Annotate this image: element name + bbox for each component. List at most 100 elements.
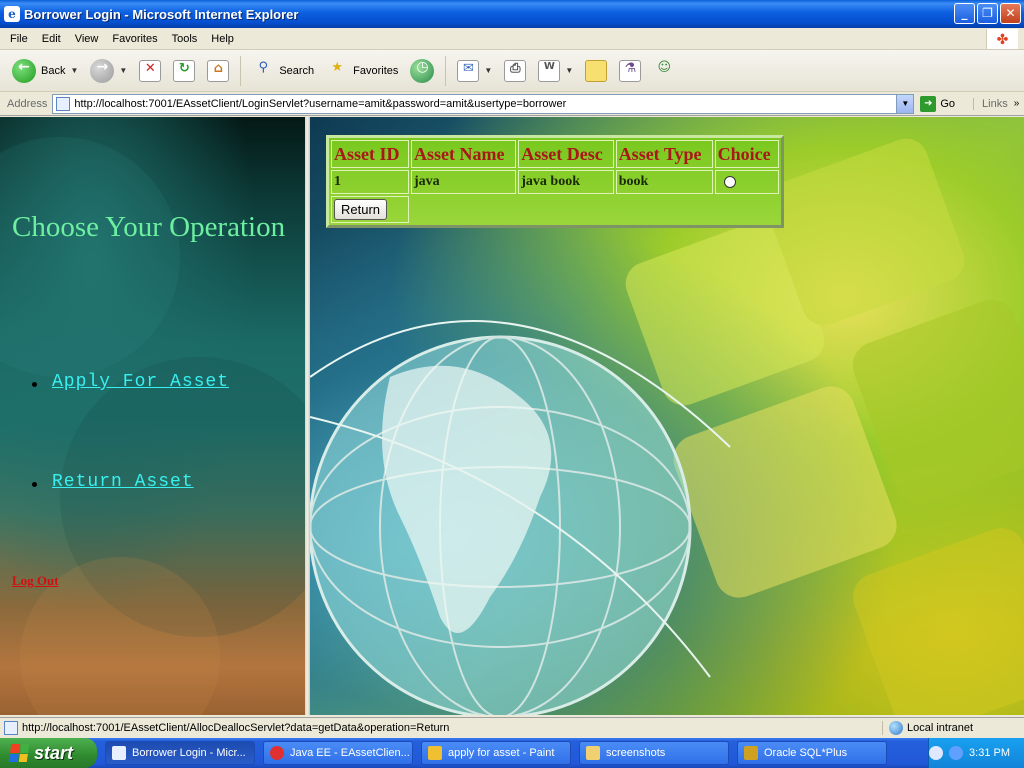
menu-favorites[interactable]: Favorites [105, 33, 164, 45]
task-label: screenshots [606, 747, 666, 759]
search-button[interactable]: ⚲ Search [248, 58, 318, 84]
status-text: http://localhost:7001/EAssetClient/Alloc… [22, 721, 450, 734]
zone-label: Local intranet [907, 721, 974, 734]
eclipse-icon [270, 746, 284, 760]
window-titlebar: e Borrower Login - Microsoft Internet Ex… [0, 0, 1024, 28]
task-screenshots-folder[interactable]: screenshots [579, 741, 729, 765]
discuss-button[interactable] [581, 58, 611, 84]
minimize-button[interactable]: _ [954, 3, 975, 24]
edit-dropdown-icon[interactable]: ▼ [565, 66, 573, 75]
research-button[interactable]: ⚗ [615, 58, 645, 84]
history-icon: ◷ [410, 58, 435, 83]
menu-view[interactable]: View [68, 33, 106, 45]
windows-flag-icon [8, 744, 30, 762]
paint-icon [428, 746, 442, 760]
task-paint[interactable]: apply for asset - Paint [421, 741, 571, 765]
star-icon: ★ [331, 59, 343, 75]
operation-menu: Apply For Asset Return Asset [32, 372, 229, 572]
home-icon: ⌂ [207, 59, 230, 82]
column-header-asset-id: Asset ID [331, 140, 409, 168]
favorites-label: Favorites [353, 64, 399, 77]
address-dropdown-icon[interactable]: ▼ [896, 94, 914, 113]
table-button-row: Return [331, 196, 779, 223]
forward-arrow-icon: → [90, 58, 115, 83]
stop-button[interactable]: ✕ [135, 58, 165, 84]
task-java-ee[interactable]: Java EE - EAssetClien... [263, 741, 413, 765]
apply-for-asset-link[interactable]: Apply For Asset [52, 372, 229, 392]
volume-icon[interactable] [949, 746, 964, 760]
links-chevron-icon[interactable]: » [1014, 98, 1020, 109]
back-label: Back [41, 64, 66, 77]
address-field[interactable]: http://localhost:7001/EAssetClient/Login… [52, 93, 915, 114]
return-asset-link[interactable]: Return Asset [52, 472, 194, 492]
favorites-button[interactable]: ★ Favorites [322, 58, 402, 84]
toolbar: ← Back ▼ → ▼ ✕ ↻ ⌂ ⚲ Search ★ Favorites … [0, 50, 1024, 92]
window-controls: _ ❐ ✕ [954, 3, 1021, 24]
table-row: 1 java java book book [331, 170, 779, 194]
mail-dropdown-icon[interactable]: ▼ [484, 66, 492, 75]
refresh-button[interactable]: ↻ [169, 58, 199, 84]
go-label: Go [940, 97, 956, 110]
empty-cell [411, 196, 779, 223]
messenger-button[interactable]: ☺ [649, 58, 679, 84]
forward-dropdown-icon[interactable]: ▼ [119, 66, 127, 75]
address-url[interactable]: http://localhost:7001/EAssetClient/Login… [74, 98, 896, 110]
cell-asset-name: java [411, 170, 517, 194]
back-arrow-icon: ← [12, 58, 36, 83]
task-ie-borrower-login[interactable]: Borrower Login - Micr... [105, 741, 255, 765]
cell-choice [714, 170, 779, 194]
back-dropdown-icon[interactable]: ▼ [70, 66, 78, 75]
status-bar: http://localhost:7001/EAssetClient/Alloc… [0, 717, 1024, 737]
toolbar-separator [445, 55, 447, 86]
refresh-icon: ↻ [173, 59, 196, 82]
column-header-asset-desc: Asset Desc [518, 140, 614, 168]
search-icon: ⚲ [258, 59, 269, 75]
print-button[interactable]: ⎙ [500, 58, 530, 84]
ie-icon [112, 746, 126, 760]
clock[interactable]: 3:31 PM [969, 747, 1010, 759]
operation-list-item: Return Asset [32, 472, 229, 492]
back-button[interactable]: ← Back ▼ [8, 57, 82, 85]
links-button[interactable]: Links [973, 97, 1008, 110]
taskbar: start Borrower Login - Micr... Java EE -… [0, 738, 1024, 768]
window-title: Borrower Login - Microsoft Internet Expl… [24, 6, 299, 22]
note-icon [585, 59, 608, 82]
security-zone: Local intranet [882, 720, 974, 735]
table-header-row: Asset ID Asset Name Asset Desc Asset Typ… [331, 140, 779, 168]
mail-button[interactable]: ✉ ▼ [453, 58, 496, 84]
left-frame: Choose Your Operation Apply For Asset Re… [0, 117, 305, 715]
edit-button[interactable]: W ▼ [534, 58, 577, 84]
column-header-asset-name: Asset Name [411, 140, 517, 168]
maximize-button[interactable]: ❐ [977, 3, 998, 24]
page-icon [4, 720, 18, 735]
menu-file[interactable]: File [0, 33, 35, 45]
task-oracle-sqlplus[interactable]: Oracle SQL*Plus [737, 741, 887, 765]
return-button[interactable]: Return [334, 199, 388, 220]
menu-edit[interactable]: Edit [35, 33, 68, 45]
task-label: Java EE - EAssetClien... [290, 747, 410, 759]
task-label: Oracle SQL*Plus [764, 747, 848, 759]
sqlplus-icon [744, 746, 758, 760]
search-label: Search [279, 64, 315, 77]
task-label: apply for asset - Paint [448, 747, 555, 759]
start-button[interactable]: start [0, 738, 97, 768]
home-button[interactable]: ⌂ [203, 58, 233, 84]
windows-logo-icon: ✤ [986, 29, 1018, 49]
address-bar: Address http://localhost:7001/EAssetClie… [0, 92, 1024, 116]
tray-expand-icon[interactable] [929, 746, 944, 760]
address-label: Address [7, 97, 48, 110]
history-button[interactable]: ◷ [406, 57, 438, 85]
messenger-icon: ☺ [657, 59, 672, 75]
cell-return-button: Return [331, 196, 409, 223]
logout-link[interactable]: Log Out [12, 573, 59, 589]
research-icon: ⚗ [619, 59, 642, 82]
close-button[interactable]: ✕ [1000, 3, 1021, 24]
menu-tools[interactable]: Tools [165, 33, 205, 45]
forward-button[interactable]: → ▼ [86, 57, 131, 85]
go-button[interactable]: ➜ Go [920, 95, 956, 112]
task-label: Borrower Login - Micr... [132, 747, 246, 759]
mail-icon: ✉ [457, 59, 480, 82]
choice-radio[interactable] [723, 175, 736, 188]
cell-asset-desc: java book [518, 170, 614, 194]
menu-help[interactable]: Help [204, 33, 241, 45]
